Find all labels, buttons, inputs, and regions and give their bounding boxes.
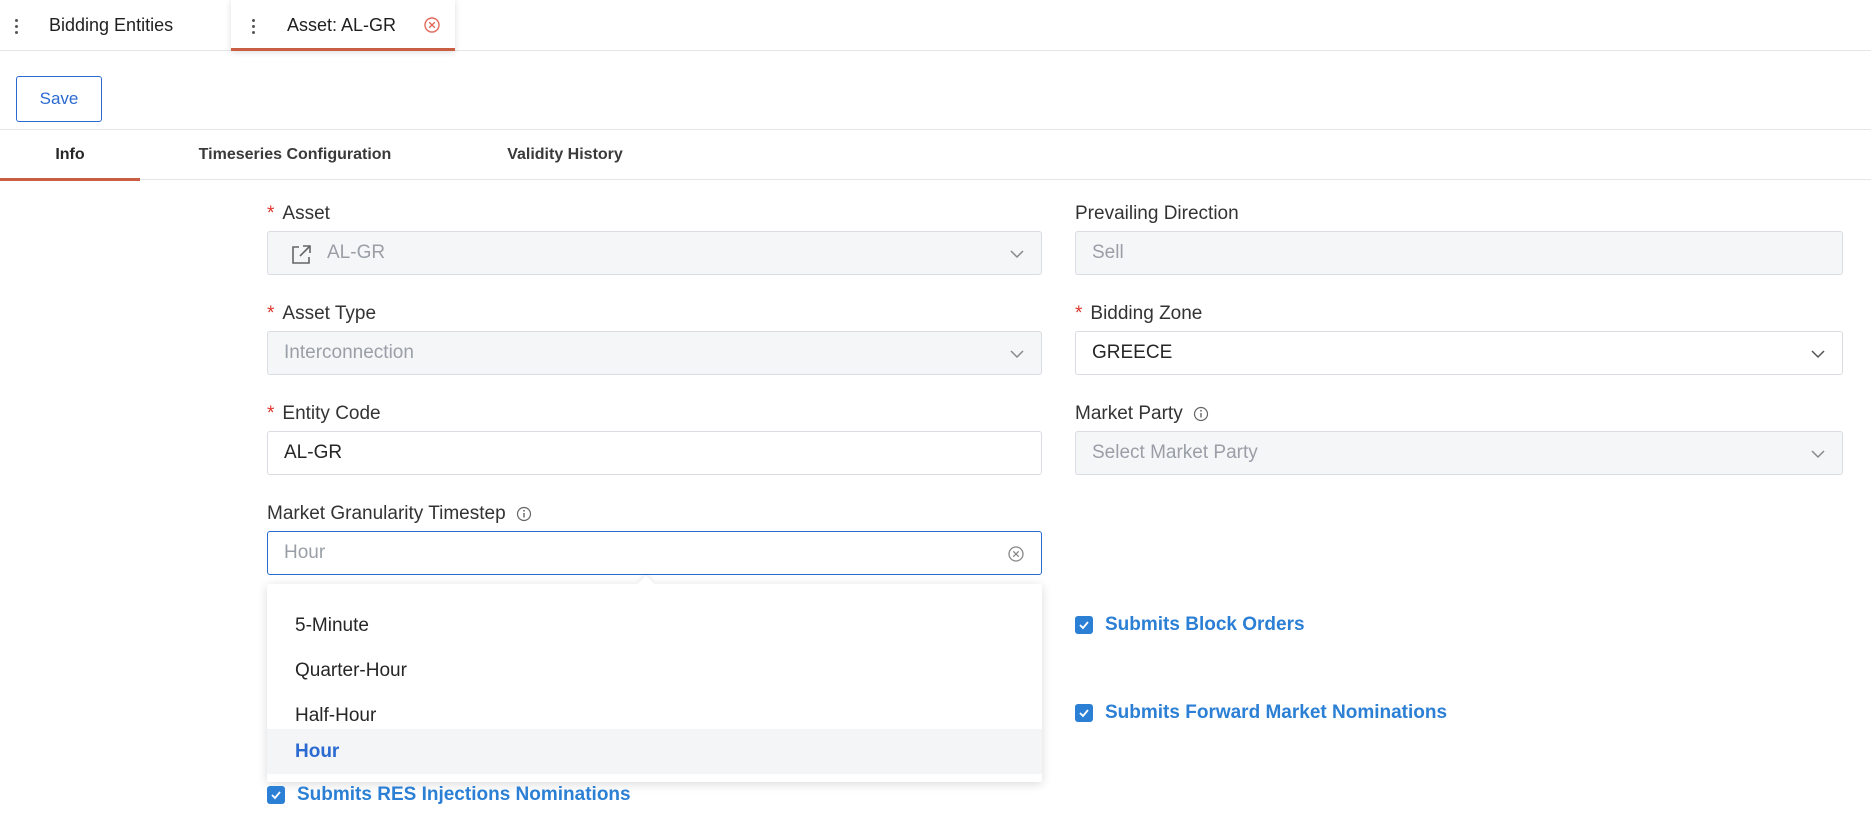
checkbox-checked-icon[interactable]: [267, 786, 285, 804]
asset-label-text: Asset: [282, 203, 330, 224]
required-marker: *: [267, 203, 275, 224]
required-marker: *: [267, 303, 275, 324]
doc-tab-asset[interactable]: Asset: AL-GR: [231, 0, 455, 51]
required-marker: *: [267, 403, 275, 424]
submits-res-injections-checkbox[interactable]: Submits RES Injections Nominations: [267, 784, 631, 806]
close-tab-icon[interactable]: [423, 16, 441, 34]
checkbox-checked-icon[interactable]: [1075, 616, 1093, 634]
doc-tab-bidding-entities[interactable]: Bidding Entities: [0, 0, 230, 51]
chevron-down-icon: [1010, 350, 1024, 359]
submits-block-orders-checkbox[interactable]: Submits Block Orders: [1075, 614, 1305, 636]
prevailing-direction-value: Sell: [1092, 242, 1124, 263]
bidding-zone-label-text: Bidding Zone: [1090, 303, 1203, 324]
chevron-down-icon: [1010, 250, 1024, 259]
info-icon[interactable]: [1193, 406, 1209, 422]
checkbox-label: Submits Block Orders: [1105, 614, 1305, 635]
entity-code-input[interactable]: AL-GR: [267, 431, 1042, 475]
granularity-option-hour[interactable]: Hour: [267, 729, 1042, 774]
asset-label: * Asset: [267, 203, 330, 225]
market-party-select[interactable]: Select Market Party: [1075, 431, 1843, 475]
entity-code-value: AL-GR: [284, 442, 343, 463]
checkbox-label: Submits RES Injections Nominations: [297, 784, 631, 805]
required-marker: *: [1075, 303, 1083, 324]
kebab-menu-icon[interactable]: [11, 16, 21, 36]
granularity-dropdown: 5-Minute Quarter-Hour Half-Hour Hour: [267, 584, 1042, 782]
submits-forward-nominations-checkbox[interactable]: Submits Forward Market Nominations: [1075, 702, 1447, 724]
tab-timeseries-configuration[interactable]: Timeseries Configuration: [140, 130, 450, 180]
prevailing-direction-label: Prevailing Direction: [1075, 203, 1239, 225]
bidding-zone-value: GREECE: [1092, 342, 1173, 363]
bidding-zone-label: * Bidding Zone: [1075, 303, 1202, 325]
market-granularity-label-text: Market Granularity Timestep: [267, 503, 506, 524]
granularity-option-quarter-hour[interactable]: Quarter-Hour: [267, 648, 1042, 693]
prevailing-direction-label-text: Prevailing Direction: [1075, 203, 1239, 224]
granularity-option-5-minute[interactable]: 5-Minute: [267, 603, 1042, 648]
market-party-placeholder: Select Market Party: [1092, 442, 1258, 463]
market-granularity-select[interactable]: Hour: [267, 531, 1042, 575]
asset-value: AL-GR: [327, 242, 386, 263]
entity-code-label-text: Entity Code: [282, 403, 381, 424]
bidding-zone-select[interactable]: GREECE: [1075, 331, 1843, 375]
document-tab-bar: Bidding Entities Asset: AL-GR: [0, 0, 1871, 51]
entity-code-label: * Entity Code: [267, 403, 381, 425]
market-party-label: Market Party: [1075, 403, 1209, 425]
external-link-icon[interactable]: [288, 242, 314, 268]
market-party-label-text: Market Party: [1075, 403, 1183, 424]
asset-select[interactable]: AL-GR: [267, 231, 1042, 275]
doc-tab-label: Asset: AL-GR: [287, 15, 397, 35]
tab-validity-history[interactable]: Validity History: [450, 130, 680, 180]
asset-type-label-text: Asset Type: [282, 303, 377, 324]
market-granularity-value: Hour: [284, 542, 326, 563]
tab-label: Validity History: [507, 146, 623, 163]
prevailing-direction-field: Sell: [1075, 231, 1843, 275]
info-icon[interactable]: [516, 506, 532, 522]
doc-tab-label: Bidding Entities: [49, 15, 174, 35]
chevron-down-icon: [1811, 350, 1825, 359]
section-tab-bar: Info Timeseries Configuration Validity H…: [0, 129, 1871, 181]
clear-icon[interactable]: [1007, 545, 1025, 563]
asset-type-value: Interconnection: [284, 342, 414, 363]
asset-type-select[interactable]: Interconnection: [267, 331, 1042, 375]
tab-info[interactable]: Info: [0, 130, 140, 181]
save-button[interactable]: Save: [16, 76, 102, 122]
checkbox-checked-icon[interactable]: [1075, 704, 1093, 722]
tab-label: Info: [55, 146, 85, 163]
asset-type-label: * Asset Type: [267, 303, 376, 325]
market-granularity-label: Market Granularity Timestep: [267, 503, 532, 525]
chevron-down-icon: [1811, 450, 1825, 459]
tab-label: Timeseries Configuration: [198, 146, 392, 163]
checkbox-label: Submits Forward Market Nominations: [1105, 702, 1448, 723]
kebab-menu-icon[interactable]: [248, 16, 258, 36]
